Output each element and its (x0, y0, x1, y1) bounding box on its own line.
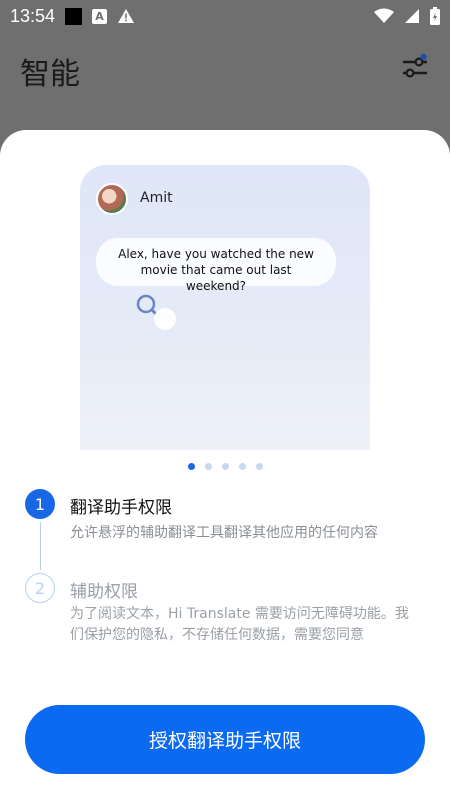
status-bar: 13:54 A (0, 0, 450, 32)
step-connector (40, 522, 41, 570)
page-title: 智能 (20, 57, 80, 92)
a-notification-icon: A (92, 8, 108, 24)
permission-sheet: Amit Alex, have you watched the new movi… (0, 130, 450, 800)
step-1-indicator: 1 (25, 489, 55, 519)
tutorial-preview: Amit Alex, have you watched the new movi… (80, 165, 370, 450)
step-2-indicator: 2 (25, 573, 55, 603)
warning-icon (118, 9, 135, 23)
carousel-indicator (0, 463, 450, 470)
step-1-title: 翻译助手权限 (70, 498, 172, 518)
step-2-title: 辅助权限 (70, 582, 138, 602)
avatar (96, 183, 128, 215)
carousel-dot[interactable] (238, 463, 246, 470)
carousel-dot[interactable] (187, 463, 195, 470)
filter-settings-icon (403, 53, 427, 78)
carousel-dot[interactable] (204, 463, 212, 470)
status-time: 13:54 (10, 5, 56, 26)
black-square-icon (65, 7, 83, 25)
pointer-hand-icon (154, 308, 176, 330)
step-2-description: 为了阅读文本，Hi Translate 需要访问无障碍功能。我们保护您的隐私，不… (70, 606, 409, 643)
contact-name: Amit (140, 190, 173, 206)
carousel-dot[interactable] (221, 463, 229, 470)
message-bubble: Alex, have you watched the new movie tha… (96, 238, 336, 293)
step-1-description: 允许悬浮的辅助翻译工具翻译其他应用的任何内容 (70, 525, 378, 541)
carousel-dot[interactable] (255, 463, 263, 470)
signal-icon (405, 9, 419, 23)
filter-settings-button[interactable] (399, 52, 431, 84)
wifi-icon (374, 8, 394, 23)
battery-icon (430, 7, 440, 25)
grant-permission-button[interactable]: 授权翻译助手权限 (25, 705, 425, 774)
app-header: 智能 (0, 32, 450, 130)
